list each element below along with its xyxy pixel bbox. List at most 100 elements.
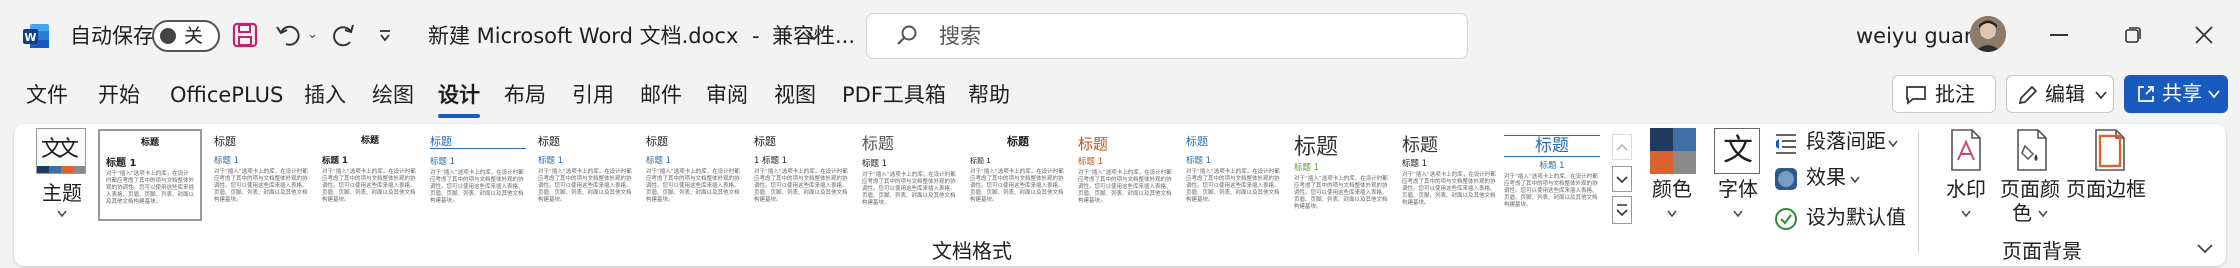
close-icon[interactable]: [2194, 25, 2214, 45]
search-placeholder: 搜索: [939, 24, 981, 48]
page-color-button[interactable]: 页面颜 色: [2000, 128, 2064, 225]
gallery-scroll-down-button[interactable]: [1612, 166, 1632, 192]
effects-label: 效果: [1806, 165, 1846, 189]
comments-label: 批注: [1935, 82, 1975, 106]
comments-button[interactable]: 批注: [1892, 75, 1996, 113]
tab-home[interactable]: 开始: [98, 80, 140, 114]
paragraph-spacing-label: 段落间距: [1806, 129, 1886, 153]
chevron-down-icon: [2038, 210, 2048, 218]
group-label-page-background: 页面背景: [2002, 239, 2082, 263]
color-palette-icon: [1650, 128, 1696, 174]
style-set-thumb[interactable]: 标题 标题 1 对于“插入”选项卡上的库，在设计时都应考虑了其中的项与文档整体外…: [426, 129, 530, 221]
group-divider: [1918, 132, 1919, 252]
style-set-thumb[interactable]: 标题 标题 1 对于“插入”选项卡上的库，在设计时都应考虑了其中的项与文档整体外…: [98, 129, 202, 221]
page-color-label-line2: 色: [2012, 201, 2032, 225]
style-set-thumb[interactable]: 标题 标题 1 对于“插入”选项卡上的库，在设计时都应考虑了其中的项与文档整体外…: [1290, 129, 1394, 221]
tab-pdf-toolbox[interactable]: PDF工具箱: [842, 80, 946, 114]
chevron-down-icon: [1850, 176, 1860, 184]
minimize-icon[interactable]: [2050, 34, 2068, 36]
effects-icon: [1775, 168, 1797, 190]
pencil-icon: [2018, 85, 2038, 105]
undo-icon[interactable]: [274, 20, 304, 50]
title-separator: -: [752, 24, 760, 48]
check-circle-icon: [1775, 208, 1797, 230]
undo-dropdown-icon[interactable]: ⌄: [307, 27, 318, 42]
style-set-thumb[interactable]: 标题 标题 1 对于“插入”选项卡上的库，在设计时都应考虑了其中的项与文档整体外…: [318, 129, 422, 221]
tab-file[interactable]: 文件: [26, 80, 68, 114]
themes-icon: 文文: [36, 128, 86, 174]
style-set-thumb[interactable]: 标题 1 标题 1 对于“插入”选项卡上的库，在设计时都应考虑了其中的项与文档整…: [750, 129, 854, 221]
collapse-ribbon-icon[interactable]: [2196, 240, 2214, 254]
fonts-button[interactable]: 文 字体: [1710, 128, 1764, 224]
page-borders-label: 页面边框: [2066, 177, 2146, 201]
style-set-thumb[interactable]: 标题 标题 1 对于“插入”选项卡上的库，在设计时都应考虑了其中的项与文档整体外…: [210, 129, 314, 221]
group-label-document-format: 文档格式: [932, 239, 1012, 263]
share-icon: [2138, 86, 2154, 102]
autosave-label: 自动保存: [70, 24, 154, 48]
share-label: 共享: [2162, 81, 2202, 105]
document-title[interactable]: 新建 Microsoft Word 文档.docx: [428, 22, 738, 50]
chevron-down-icon: [1888, 140, 1898, 148]
fonts-label: 字体: [1718, 177, 1758, 201]
watermark-button[interactable]: 水印: [1938, 128, 1994, 224]
save-icon[interactable]: [232, 22, 258, 48]
svg-text:W: W: [24, 31, 36, 44]
paragraph-spacing-button[interactable]: 段落间距: [1774, 128, 1898, 158]
user-name[interactable]: weiyu guan: [1856, 22, 1977, 50]
tab-mailings[interactable]: 邮件: [640, 80, 682, 114]
themes-button[interactable]: 文文 主题: [30, 128, 94, 224]
page-borders-button[interactable]: 页面边框: [2066, 128, 2152, 208]
tab-draw[interactable]: 绘图: [372, 80, 414, 114]
watermark-icon: [1951, 129, 1981, 171]
title-dropdown-icon[interactable]: [806, 28, 822, 42]
set-as-default-button[interactable]: 设为默认值: [1774, 204, 1906, 234]
paragraph-spacing-icon: [1776, 134, 1796, 154]
tab-insert[interactable]: 插入: [304, 80, 346, 114]
chevron-down-icon: [1733, 210, 1743, 218]
chevron-down-icon: [57, 210, 67, 218]
word-icon[interactable]: W: [22, 22, 50, 50]
effects-button[interactable]: 效果: [1774, 164, 1864, 194]
edit-label: 编辑: [2045, 82, 2085, 106]
style-set-thumb[interactable]: 标题 标题 1 对于“插入”选项卡上的库，在设计时都应考虑了其中的项与文档整体外…: [1398, 129, 1502, 221]
gallery-more-button[interactable]: [1612, 196, 1632, 224]
tab-view[interactable]: 视图: [774, 80, 816, 114]
customize-qat-icon[interactable]: [378, 28, 392, 42]
chevron-down-icon: [2095, 91, 2107, 100]
page-color-label: 页面颜: [2000, 177, 2060, 201]
search-box[interactable]: 搜索: [866, 13, 1468, 59]
watermark-label: 水印: [1946, 177, 1986, 201]
chevron-down-icon: [1667, 210, 1677, 218]
style-set-thumb[interactable]: 标题 标题 1 对于“插入”选项卡上的库，在设计时都应考虑了其中的项与文档整体外…: [642, 129, 746, 221]
toggle-knob: [160, 28, 176, 44]
colors-label: 颜色: [1652, 177, 1692, 201]
avatar[interactable]: [1970, 16, 2006, 52]
style-set-thumb[interactable]: 标题 标题 1 对于“插入”选项卡上的库，在设计时都应考虑了其中的项与文档整体外…: [966, 129, 1070, 221]
restore-icon[interactable]: [2124, 26, 2142, 44]
word-window: { "titlebar": { "app_icon": "word-icon",…: [0, 0, 2240, 268]
redo-icon[interactable]: [328, 20, 358, 50]
title-bar: W 自动保存 关 ⌄ 新建 Microsoft Word 文档.docx - 兼…: [0, 0, 2240, 72]
editing-mode-button[interactable]: 编辑: [2006, 75, 2114, 113]
tab-review[interactable]: 审阅: [706, 80, 748, 114]
style-set-thumb[interactable]: 标题 标题 1 对于“插入”选项卡上的库，在设计时都应考虑了其中的项与文档整体外…: [858, 129, 962, 221]
chevron-down-icon: [2208, 90, 2220, 99]
colors-button[interactable]: 颜色: [1646, 128, 1698, 224]
tab-officeplus[interactable]: OfficePLUS: [170, 80, 283, 114]
page-color-icon: [2017, 129, 2047, 171]
chevron-down-icon: [1961, 210, 1971, 218]
style-set-thumb[interactable]: 标题 标题 1 对于“插入”选项卡上的库，在设计时都应考虑了其中的项与文档整体外…: [1074, 129, 1178, 221]
tab-layout[interactable]: 布局: [504, 80, 546, 114]
tab-design[interactable]: 设计: [438, 80, 480, 118]
style-set-thumb[interactable]: 标题 标题 1 对于“插入”选项卡上的库，在设计时都应考虑了其中的项与文档整体外…: [1500, 129, 1604, 221]
fonts-icon: 文: [1714, 128, 1760, 174]
share-button[interactable]: 共享: [2124, 75, 2228, 113]
tab-references[interactable]: 引用: [572, 80, 614, 114]
gallery-scroll-up-button[interactable]: [1612, 134, 1632, 160]
set-default-label: 设为默认值: [1806, 205, 1906, 229]
style-set-thumb[interactable]: 标题 标题 1 对于“插入”选项卡上的库，在设计时都应考虑了其中的项与文档整体外…: [534, 129, 638, 221]
search-icon: [895, 24, 919, 48]
autosave-toggle[interactable]: 关: [152, 20, 220, 52]
style-set-thumb[interactable]: 标题 标题 1 对于“插入”选项卡上的库，在设计时都应考虑了其中的项与文档整体外…: [1182, 129, 1286, 221]
tab-help[interactable]: 帮助: [968, 80, 1010, 114]
